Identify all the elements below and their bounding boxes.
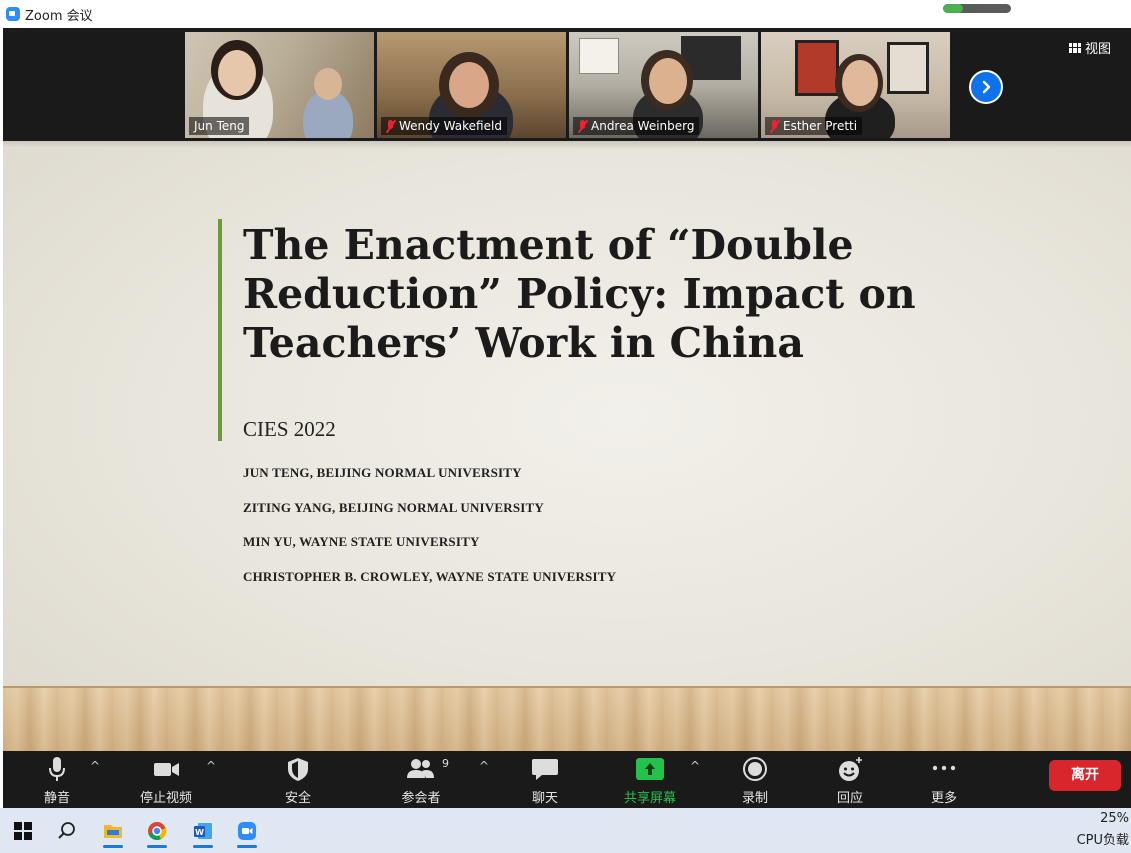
chat-label: 聊天 [531, 791, 558, 806]
share-screen-icon [636, 758, 664, 780]
video-tile-wendy-wakefield[interactable]: Wendy Wakefield [377, 32, 566, 138]
chevron-right-icon [982, 80, 991, 94]
search-icon [58, 822, 75, 839]
participant-name-tag: Esther Pretti [765, 117, 863, 135]
svg-text:W: W [195, 828, 204, 837]
slide-wood-floor [3, 686, 1131, 751]
reactions-button[interactable]: 回应 [805, 751, 895, 808]
mic-off-icon [386, 119, 395, 133]
participants-label: 参会者 [401, 791, 441, 806]
share-screen-label: 共享屏幕 [623, 791, 676, 806]
share-options-caret-icon[interactable]: ^ [688, 759, 702, 773]
security-button[interactable]: 安全 [253, 751, 343, 808]
smiley-plus-icon [839, 757, 862, 781]
slide-author: ZITING YANG, BEIJING NORMAL UNIVERSITY [243, 500, 545, 515]
stop-video-button[interactable]: 停止视频 [121, 751, 211, 808]
participants-options-caret-icon[interactable]: ^ [477, 759, 491, 773]
participant-face-2 [314, 68, 342, 100]
reactions-label: 回应 [836, 791, 863, 806]
windows-taskbar: W 25% CPU负载 [0, 808, 1131, 853]
wall-art [795, 40, 839, 96]
taskbar-word[interactable]: W [188, 816, 218, 848]
participants-count: 9 [442, 757, 449, 770]
participant-name: Andrea Weinberg [591, 119, 695, 133]
video-options-caret-icon[interactable]: ^ [204, 759, 218, 773]
microphone-icon [49, 757, 65, 781]
participant-face [649, 58, 687, 104]
participant-name: Jun Teng [194, 119, 245, 133]
record-label: 录制 [741, 791, 768, 806]
slide-title: The Enactment of “Double Reduction” Poli… [243, 221, 916, 367]
next-participants-button[interactable] [969, 70, 1003, 104]
more-button[interactable]: 更多 [899, 751, 989, 808]
wall-art [579, 38, 619, 74]
audio-options-caret-icon[interactable]: ^ [88, 759, 102, 773]
cpu-label: CPU负载 [1076, 833, 1129, 848]
more-dots-icon [932, 765, 956, 771]
stop-video-label: 停止视频 [139, 791, 192, 806]
participants-button[interactable]: 9 参会者 [376, 751, 466, 808]
leave-meeting-button[interactable]: 离开 [1049, 760, 1121, 791]
video-camera-icon [154, 763, 179, 776]
participant-face [449, 62, 489, 108]
participant-face [218, 50, 256, 96]
gallery-view-icon [1069, 42, 1081, 53]
participant-name: Wendy Wakefield [399, 119, 502, 133]
slide-top-edge [3, 141, 1131, 149]
video-tile-esther-pretti[interactable]: Esther Pretti [761, 32, 950, 138]
view-button-label: 视图 [1085, 42, 1112, 57]
meeting-toolbar: 静音 ^ 停止视频 ^ 安全 9 参会者 ^ 聊天 共享屏幕 ^ 录制 回应 更… [3, 751, 1131, 808]
title-bar: Zoom 会议 [0, 0, 1131, 28]
participant-name: Esther Pretti [783, 119, 858, 133]
start-button[interactable] [8, 816, 38, 846]
participant-name-tag: Wendy Wakefield [381, 117, 507, 135]
slide-author: JUN TENG, BEIJING NORMAL UNIVERSITY [243, 465, 522, 480]
chrome-icon [148, 822, 167, 840]
mute-label: 静音 [43, 791, 70, 806]
video-tile-andrea-weinberg[interactable]: Andrea Weinberg [569, 32, 758, 138]
participant-name-tag: Andrea Weinberg [573, 117, 700, 135]
share-screen-button[interactable]: 共享屏幕 [605, 751, 695, 808]
wall-art-2 [887, 42, 929, 94]
slide-accent-bar [218, 219, 222, 441]
shield-icon [288, 758, 308, 781]
taskbar-file-explorer[interactable] [98, 816, 128, 848]
slide-author: CHRISTOPHER B. CROWLEY, WAYNE STATE UNIV… [243, 569, 617, 584]
security-label: 安全 [284, 791, 311, 806]
zoom-app-icon [238, 822, 256, 840]
window-title: Zoom 会议 [25, 9, 93, 24]
folder-icon [104, 825, 122, 838]
slide-subtitle: CIES 2022 [243, 417, 336, 441]
more-label: 更多 [930, 791, 957, 806]
view-button[interactable]: 视图 [1069, 38, 1111, 57]
windows-logo-icon [14, 822, 32, 840]
slide-author: MIN YU, WAYNE STATE UNIVERSITY [243, 534, 480, 549]
audio-level-meter [943, 4, 1011, 13]
zoom-logo-icon [6, 7, 20, 21]
mic-off-icon [578, 119, 587, 133]
chat-button[interactable]: 聊天 [500, 751, 590, 808]
record-button[interactable]: 录制 [710, 751, 800, 808]
record-icon [743, 757, 767, 781]
audio-level-fill [943, 4, 964, 13]
taskbar-chrome[interactable] [142, 816, 172, 848]
search-button[interactable] [52, 816, 82, 846]
participant-name-tag: Jun Teng [189, 117, 250, 135]
cpu-percent: 25% [1100, 811, 1129, 826]
video-tile-jun-teng[interactable]: Jun Teng [185, 32, 374, 138]
video-strip: Jun Teng Wendy Wakefield Andrea Weinberg [3, 28, 1131, 141]
word-icon: W [194, 823, 212, 839]
mic-off-icon [770, 119, 779, 133]
participants-icon [407, 759, 434, 778]
chat-bubble-icon [532, 759, 558, 780]
taskbar-zoom[interactable] [232, 816, 262, 848]
participant-face [842, 60, 878, 106]
shared-slide: The Enactment of “Double Reduction” Poli… [3, 141, 1131, 751]
